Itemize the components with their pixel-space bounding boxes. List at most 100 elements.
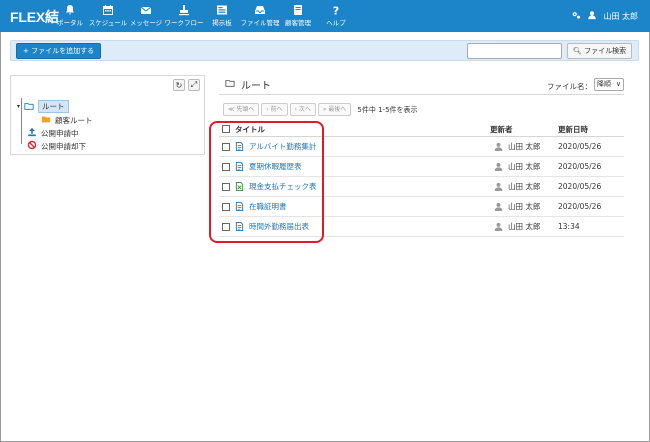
nav-schedule[interactable]: スケジュール	[88, 4, 128, 27]
table-row[interactable]: アルバイト勤務集計 山田 太郎 2020/05/26	[219, 137, 624, 157]
folder-open-icon	[24, 101, 34, 113]
result-count: 5件中 1-5件を表示	[357, 105, 418, 114]
board-icon	[202, 4, 242, 18]
file-table: タイトル 更新者 更新日時 アルバイト勤務集計 山田 太郎 2020/05/26…	[219, 122, 624, 237]
header-updated[interactable]: 更新日時	[558, 122, 588, 136]
title-cell: 夏期休暇履歴表	[222, 157, 302, 176]
title-cell: 時間外勤務届出表	[222, 217, 309, 236]
header-title-cell: タイトル	[222, 122, 265, 136]
search-icon: 🔍︎	[573, 47, 582, 55]
document-icon	[235, 202, 244, 211]
nav-board[interactable]: 掲示板	[202, 4, 242, 27]
avatar	[494, 162, 503, 171]
updater-name: 山田 太郎	[508, 162, 541, 171]
tree-item-root[interactable]: ▾ ルート	[17, 100, 69, 113]
nav-help[interactable]: ? ヘルプ	[316, 4, 356, 27]
updater-cell: 山田 太郎	[494, 197, 540, 216]
table-row[interactable]: 現金支払チェック表 山田 太郎 2020/05/26	[219, 177, 624, 197]
nav-customer-manage[interactable]: 顧客管理	[278, 4, 318, 27]
top-navbar: FLEX結 ポータル スケジュール メッセージ ワークフロー 掲示板 ファイル管…	[0, 0, 650, 32]
title-cell: 在職証明書	[222, 197, 287, 216]
header-title: タイトル	[235, 124, 265, 134]
header-updater[interactable]: 更新者	[490, 122, 513, 136]
pager: ≪ 先頭へ ‹ 前へ › 次へ » 最後へ 5件中 1-5件を表示	[223, 103, 418, 116]
nav-workflow[interactable]: ワークフロー	[164, 4, 204, 27]
title-cell: 現金支払チェック表	[222, 177, 317, 196]
table-row[interactable]: 時間外勤務届出表 山田 太郎 13:34	[219, 217, 624, 237]
table-header: タイトル 更新者 更新日時	[219, 122, 624, 137]
pager-next-button[interactable]: › 次へ	[289, 103, 316, 116]
table-row[interactable]: 在職証明書 山田 太郎 2020/05/26	[219, 197, 624, 217]
inbox-icon	[240, 4, 280, 18]
folder-icon	[41, 114, 51, 126]
file-link[interactable]: 現金支払チェック表	[249, 181, 317, 192]
tree-item-label: 公開申請却下	[41, 141, 86, 151]
document-icon	[235, 162, 244, 171]
file-link[interactable]: 夏期休暇履歴表	[249, 161, 302, 172]
forbidden-icon	[27, 140, 37, 152]
file-list-panel: ルート ファイル名： 降順 ∨ ≪ 先頭へ ‹ 前へ › 次へ » 最後へ 5件…	[219, 75, 624, 240]
question-icon: ?	[316, 4, 356, 18]
tree-item-label: 公開申請中	[41, 128, 79, 138]
file-search-button[interactable]: 🔍︎ ファイル検索	[567, 43, 633, 59]
file-link[interactable]: アルバイト勤務集計	[249, 141, 316, 152]
nav-file-manage[interactable]: ファイル管理	[240, 4, 280, 27]
updater-name: 山田 太郎	[508, 222, 541, 231]
add-file-button[interactable]: + ファイルを追加する	[16, 43, 102, 59]
tree-tools: ↻ ⤢	[173, 79, 200, 91]
avatar	[494, 182, 503, 191]
tree-item-pending[interactable]: 公開申請中	[27, 127, 79, 139]
envelope-icon	[126, 4, 166, 18]
avatar	[494, 202, 503, 211]
updater-cell: 山田 太郎	[494, 137, 540, 156]
updated-date: 13:34	[558, 222, 580, 231]
pager-last-button[interactable]: » 最後へ	[317, 103, 352, 116]
user-name: 山田 太郎	[603, 11, 638, 21]
nav-label: ファイル管理	[240, 19, 280, 27]
sort-select[interactable]: 降順 ∨	[594, 78, 624, 91]
updater-name: 山田 太郎	[508, 202, 541, 211]
file-link[interactable]: 在職証明書	[249, 201, 287, 212]
pager-first-button[interactable]: ≪ 先頭へ	[223, 103, 260, 116]
row-checkbox[interactable]	[222, 202, 230, 211]
updater-cell: 山田 太郎	[494, 177, 540, 196]
nav-label: スケジュール	[88, 19, 128, 27]
upload-icon	[27, 127, 37, 139]
tree-item-label: ルート	[38, 100, 69, 113]
nav-label: ヘルプ	[326, 19, 346, 27]
tree-toggle-icon[interactable]: ▾	[17, 103, 20, 110]
tree-item-label: 顧客ルート	[55, 115, 93, 125]
folder-open-icon	[225, 78, 235, 91]
table-row[interactable]: 夏期休暇履歴表 山田 太郎 2020/05/26	[219, 157, 624, 177]
calendar-icon	[88, 4, 128, 18]
file-link[interactable]: 時間外勤務届出表	[249, 221, 309, 232]
nav-portal[interactable]: ポータル	[50, 4, 90, 27]
row-checkbox[interactable]	[222, 222, 230, 231]
row-checkbox[interactable]	[222, 142, 230, 151]
sort-label: ファイル名：	[547, 82, 592, 91]
expand-icon[interactable]: ⤢	[188, 79, 200, 91]
folder-title: ルート	[241, 81, 271, 92]
pager-prev-button[interactable]: ‹ 前へ	[261, 103, 288, 116]
file-search-input[interactable]	[467, 43, 562, 59]
updated-date: 2020/05/26	[558, 162, 602, 171]
select-all-checkbox[interactable]	[222, 125, 230, 133]
row-checkbox[interactable]	[222, 162, 230, 171]
nav-message[interactable]: メッセージ	[126, 4, 166, 27]
row-checkbox[interactable]	[222, 182, 230, 191]
user-menu[interactable]: 山田 太郎	[571, 10, 638, 22]
book-icon	[278, 4, 318, 18]
tree-item-rejected[interactable]: 公開申請却下	[27, 140, 86, 152]
refresh-icon[interactable]: ↻	[173, 79, 185, 91]
folder-tree-panel: ↻ ⤢ ▾ ルート 顧客ルート 公開申請中 公開申請却下	[10, 75, 205, 155]
updater-name: 山田 太郎	[508, 182, 541, 191]
updater-cell: 山田 太郎	[494, 157, 540, 176]
document-icon	[235, 222, 244, 231]
gear-icon[interactable]	[571, 10, 581, 22]
updater-cell: 山田 太郎	[494, 217, 540, 236]
avatar	[494, 222, 503, 231]
spreadsheet-icon	[235, 182, 244, 191]
tree-item-customer-root[interactable]: 顧客ルート	[41, 114, 93, 126]
user-icon	[587, 10, 597, 22]
file-search-label: ファイル検索	[584, 47, 627, 55]
